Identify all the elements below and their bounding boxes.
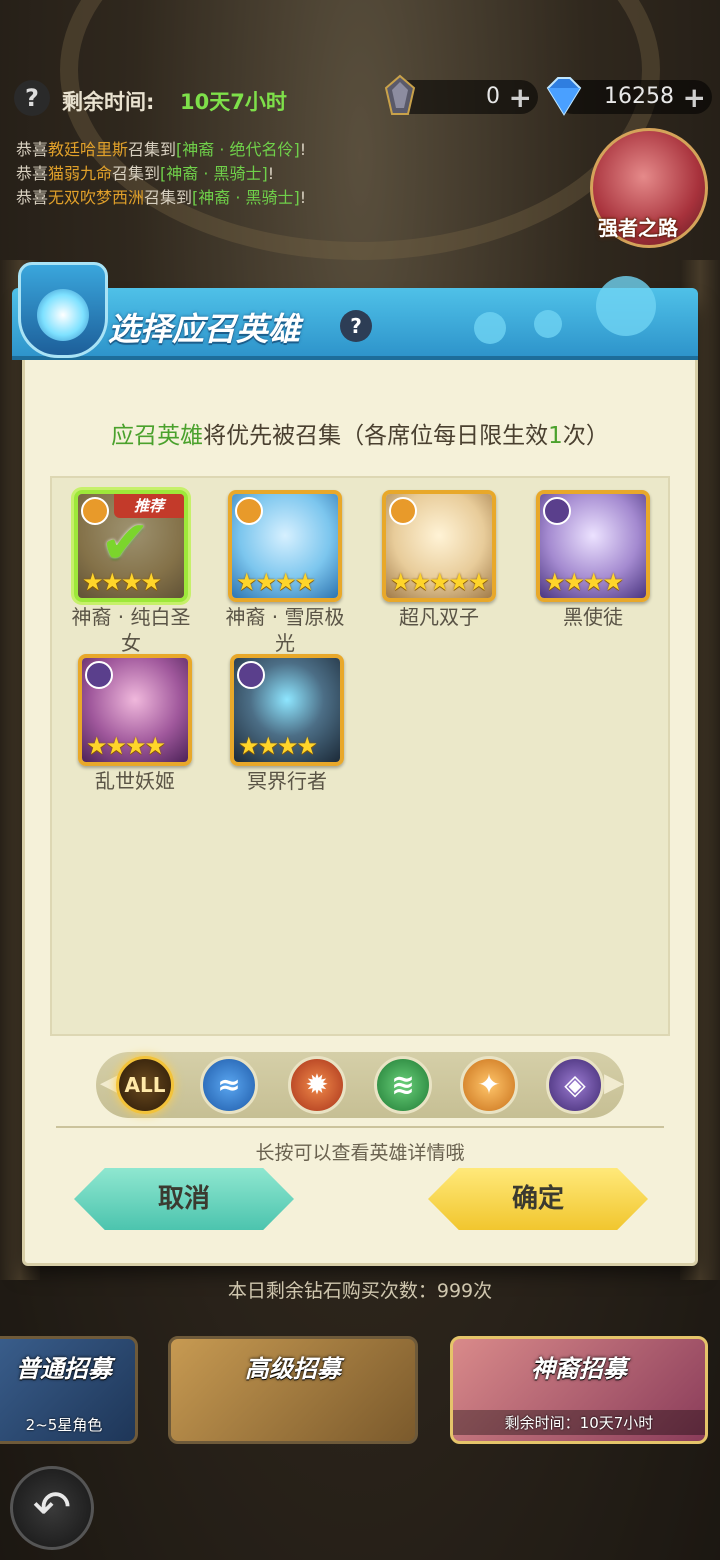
star-rating: ★★★★: [236, 568, 316, 596]
star-rating: ★★★★: [82, 568, 162, 596]
top-bar: ? 剩余时间: 10天7小时 0 + 16258 +: [0, 70, 720, 126]
remaining-time-label: 剩余时间:: [62, 90, 155, 114]
back-arrow-icon[interactable]: ↶: [10, 1466, 94, 1550]
wind-faction-icon[interactable]: ≋: [374, 1056, 432, 1114]
faction-filter-bar: [96, 1052, 624, 1118]
hero-name: 神裔 · 雪原极光: [225, 605, 345, 655]
dialog-title: 选择应召英雄: [108, 310, 301, 348]
light-faction-icon: [235, 497, 263, 525]
currency-diamond-plus-button[interactable]: +: [683, 81, 706, 114]
emblem-glow-icon: [37, 289, 89, 341]
diamond-icon: [546, 77, 582, 116]
water-faction-icon[interactable]: ≈: [200, 1056, 258, 1114]
currency-diamond: 16258 +: [546, 77, 712, 116]
fire-faction-icon[interactable]: ✹: [288, 1056, 346, 1114]
star-rating: ★★★★: [544, 568, 624, 596]
tab-title: 普通招募: [16, 1355, 112, 1383]
hero-portrait: ★★★★: [78, 654, 192, 766]
currency-hourglass: 0 +: [384, 74, 538, 115]
ticker-line: 恭喜教廷哈里斯召集到[神裔 · 绝代名伶]!: [16, 140, 307, 159]
hero-portrait: ★★★★: [228, 490, 342, 602]
hero-portrait: ★★★★: [536, 490, 650, 602]
header-silhouette-decoration: [474, 276, 656, 344]
tab-title: 神裔招募: [531, 1355, 627, 1383]
hero-portrait: ★★★★: [230, 654, 344, 766]
hero-portrait: ★★★★★: [382, 490, 496, 602]
dark-faction-icon: [237, 661, 265, 689]
currency-hourglass-value: 0: [486, 84, 500, 109]
dark-faction-icon: [543, 497, 571, 525]
cancel-button[interactable]: 取消: [74, 1168, 294, 1230]
dialog-emblem: [18, 262, 108, 358]
currency-diamond-value: 16258: [604, 84, 674, 109]
hero-portrait: 推荐 ✔ ★★★★: [74, 490, 188, 602]
confirm-button[interactable]: 确定: [428, 1168, 648, 1230]
divider: [56, 1126, 664, 1128]
remaining-time-value: 10天7小时: [180, 90, 287, 114]
star-rating: ★★★★★: [390, 568, 490, 596]
ticker-line: 恭喜猫弱九命召集到[神裔 · 黑骑士]!: [16, 164, 275, 183]
question-mark-icon[interactable]: ?: [14, 80, 50, 116]
tab-advanced-recruit[interactable]: 高级招募: [168, 1336, 418, 1444]
dark-faction-icon: [85, 661, 113, 689]
hourglass-crystal-icon: [384, 74, 416, 115]
filter-scroll-right-icon[interactable]: ▶: [604, 1068, 624, 1098]
hero-name: 神裔 · 纯白圣女: [71, 605, 191, 655]
tab-normal-recruit[interactable]: 普通招募 2~5星角色: [0, 1336, 138, 1444]
tab-subtitle: 2~5星角色: [25, 1416, 103, 1434]
light-faction-icon: [389, 497, 417, 525]
dark-faction-icon[interactable]: ◈: [546, 1056, 604, 1114]
star-rating: ★★★★: [86, 732, 166, 760]
hero-name: 黑使徒: [563, 605, 623, 629]
hero-name: 乱世妖姬: [95, 769, 175, 793]
light-faction-icon[interactable]: ✦: [460, 1056, 518, 1114]
star-rating: ★★★★: [238, 732, 318, 760]
tab-title: 高级招募: [245, 1355, 341, 1383]
tab-divine-recruit[interactable]: 神裔招募 剩余时间：10天7小时: [450, 1336, 708, 1444]
dialog-help-button[interactable]: ?: [340, 310, 372, 342]
dialog-subtitle: 应召英雄将优先被召集（各席位每日限生效1次）: [111, 423, 609, 449]
tab-subtitle: 剩余时间：10天7小时: [453, 1410, 705, 1435]
all-filter-icon[interactable]: ALL: [116, 1056, 174, 1114]
currency-hourglass-plus-button[interactable]: +: [509, 81, 532, 114]
long-press-hint: 长按可以查看英雄详情哦: [255, 1142, 465, 1164]
ticker-line: 恭喜无双吹梦西洲召集到[神裔 · 黑骑士]!: [16, 188, 307, 207]
hero-name: 冥界行者: [247, 769, 327, 793]
diamond-purchase-info: 本日剩余钻石购买次数：999次: [227, 1280, 493, 1302]
broadcast-ticker: 恭喜教廷哈里斯召集到[神裔 · 绝代名伶]! 恭喜猫弱九命召集到[神裔 · 黑骑…: [16, 138, 306, 210]
hero-name: 超凡双子: [399, 605, 479, 629]
road-of-strong-label: 强者之路: [598, 216, 678, 240]
